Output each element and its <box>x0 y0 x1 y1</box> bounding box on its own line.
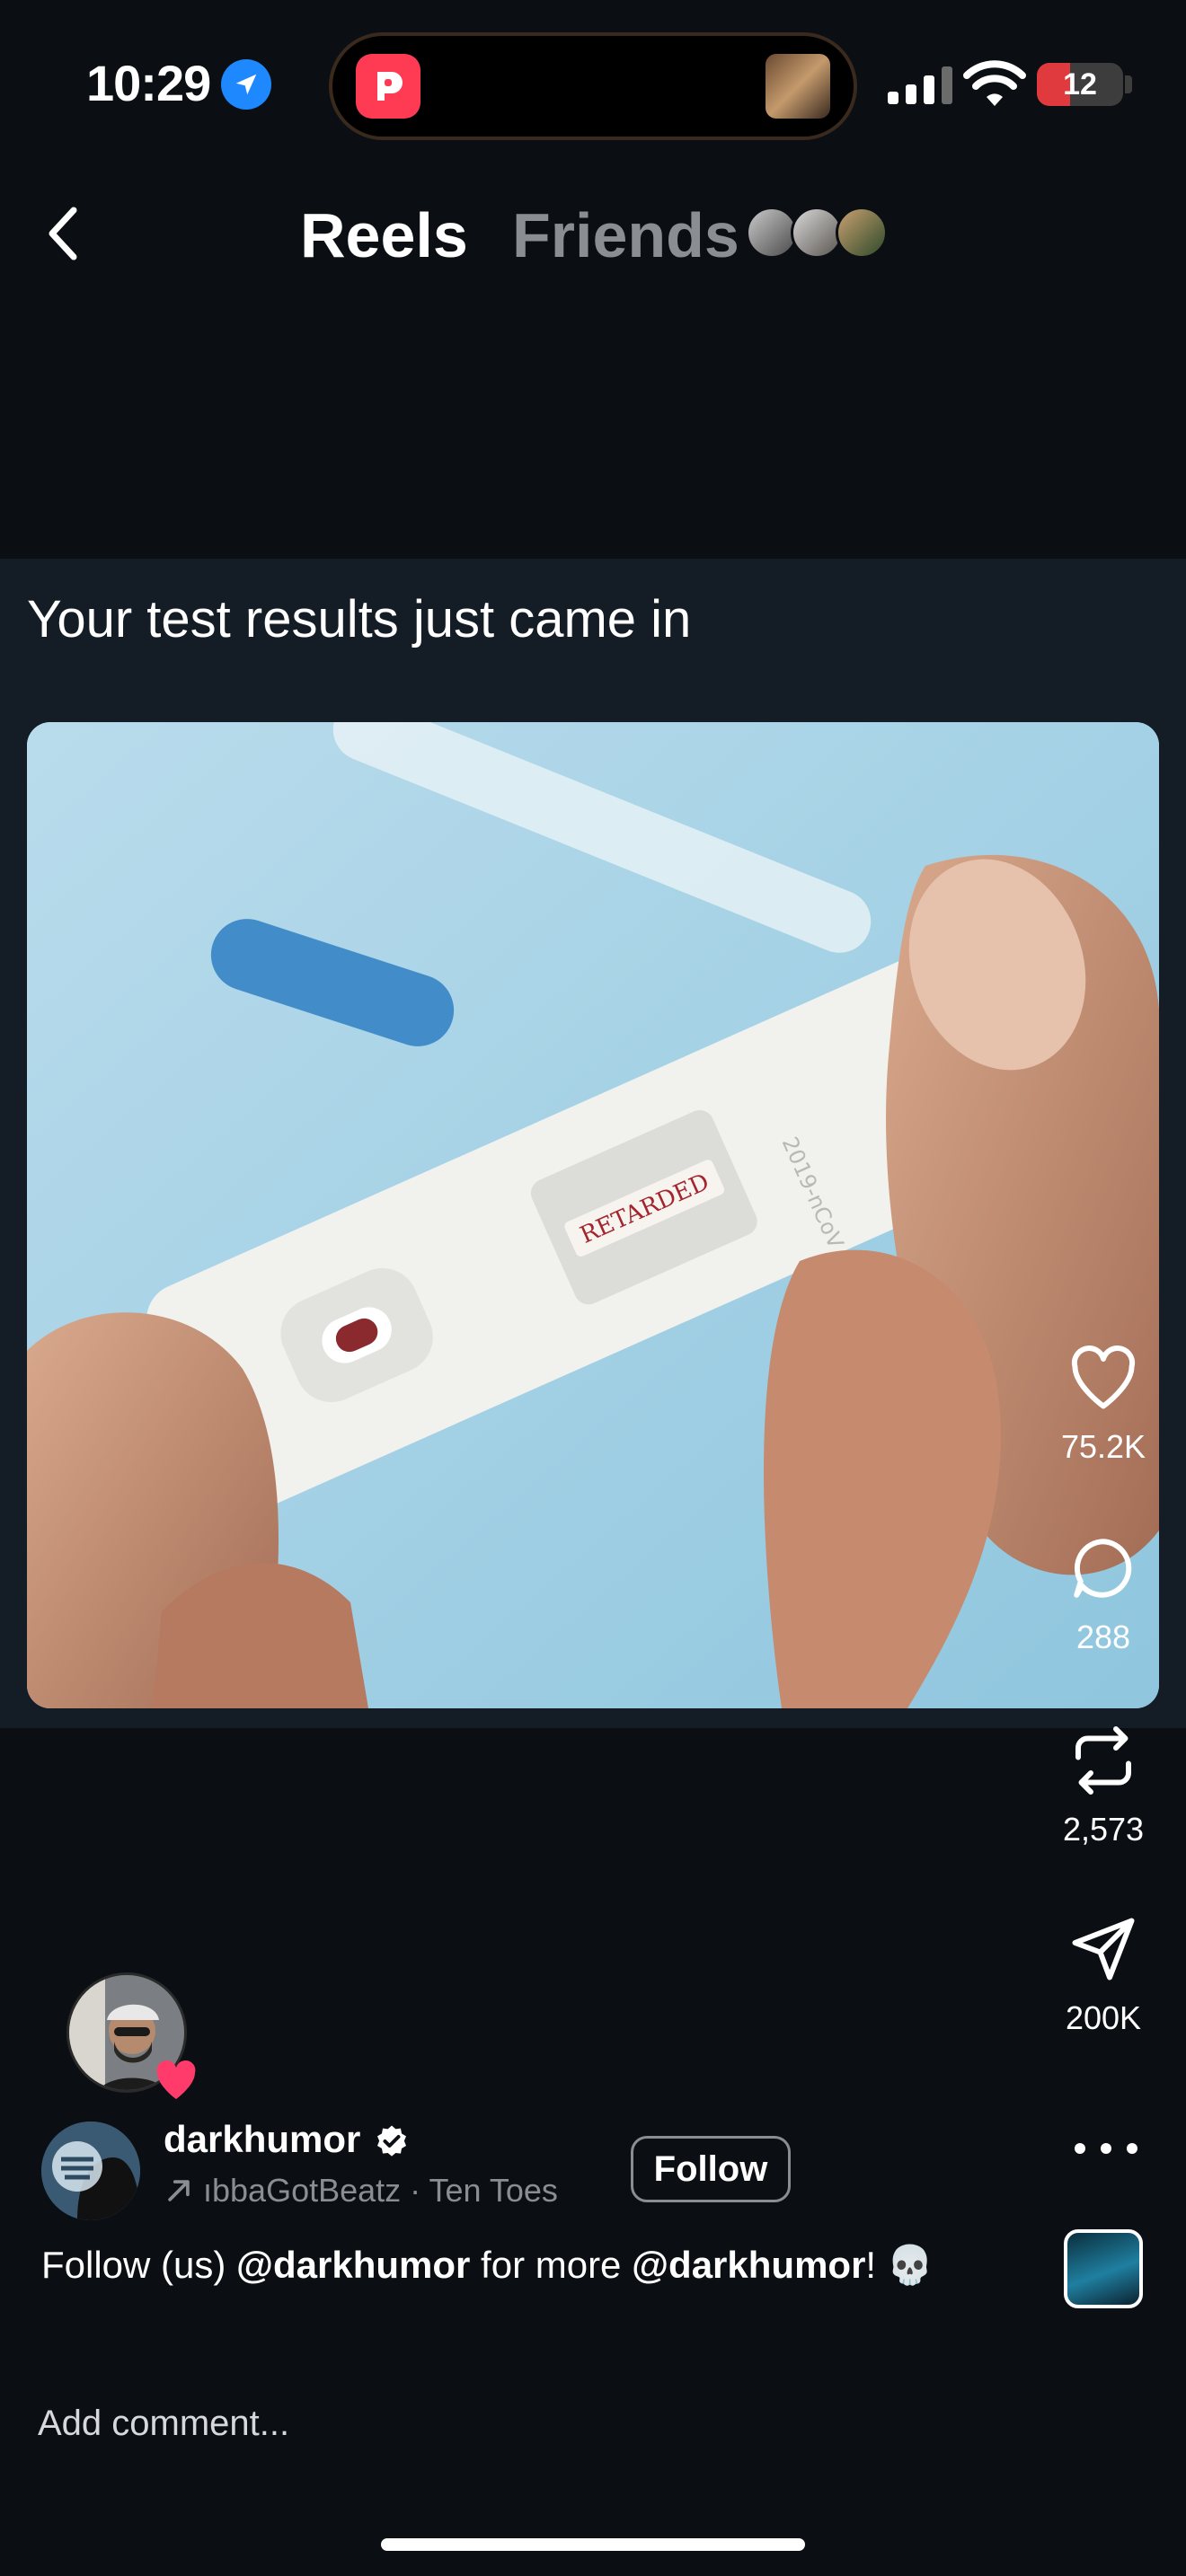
more-icon[interactable] <box>1075 2130 1137 2166</box>
chevron-left-icon <box>49 207 77 260</box>
mention-link[interactable]: @darkhumor <box>632 2244 865 2286</box>
wifi-icon <box>963 59 1026 110</box>
battery-level: 12 <box>1063 66 1097 101</box>
audio-attribution[interactable]: ıbbaGotBeatz · Ten Toes <box>164 2172 558 2210</box>
threads-app-icon[interactable] <box>356 54 420 119</box>
audio-thumbnail[interactable] <box>1064 2229 1143 2308</box>
back-button[interactable] <box>36 199 90 268</box>
share-icon <box>1072 1918 1135 1981</box>
location-arrow-icon <box>221 59 271 110</box>
post-image[interactable]: RETARDED 2019-nCoV <box>27 722 1159 1708</box>
follow-button[interactable]: Follow <box>631 2136 791 2202</box>
share-count: 200K <box>1065 1999 1142 2036</box>
share-button[interactable]: 200K <box>1049 1911 1157 2037</box>
verified-icon <box>374 2123 410 2159</box>
like-count: 75.2K <box>1060 1428 1146 1465</box>
description-text: ! <box>865 2244 887 2286</box>
audio-arrow-icon <box>168 2180 190 2201</box>
mention-link[interactable]: @darkhumor <box>236 2244 470 2286</box>
description-text: Follow (us) <box>41 2244 237 2286</box>
friend-avatar[interactable] <box>836 207 888 259</box>
heart-icon <box>1071 1345 1136 1409</box>
live-activity-thumbnail[interactable] <box>766 54 830 119</box>
comment-icon <box>1074 1539 1132 1598</box>
battery-nub <box>1125 75 1132 93</box>
skull-emoji: 💀 <box>886 2244 934 2286</box>
comment-button[interactable]: 288 <box>1049 1531 1157 1656</box>
comment-input[interactable] <box>38 2404 1026 2444</box>
author-avatar[interactable] <box>41 2122 140 2220</box>
repost-button[interactable]: 2,573 <box>1049 1723 1157 1848</box>
signal-icon <box>888 65 952 104</box>
battery-icon: 12 <box>1037 63 1123 106</box>
post-caption: Your test results just came in <box>27 590 692 648</box>
tab-friends[interactable]: Friends <box>512 199 739 271</box>
description-text: for more <box>470 2244 633 2286</box>
audio-text: ıbbaGotBeatz · Ten Toes <box>203 2172 558 2209</box>
status-time: 10:29 <box>86 55 211 111</box>
heart-badge-icon <box>151 2055 201 2105</box>
tab-reels[interactable]: Reels <box>300 199 468 271</box>
post-description: Follow (us) @darkhumor for more @darkhum… <box>41 2244 934 2288</box>
author-name[interactable]: darkhumor <box>164 2118 360 2161</box>
repost-count: 2,573 <box>1062 1811 1145 1848</box>
repost-icon <box>1075 1726 1131 1795</box>
like-button[interactable]: 75.2K <box>1049 1340 1157 1466</box>
home-indicator[interactable] <box>381 2538 805 2551</box>
comment-count: 288 <box>1075 1619 1131 1655</box>
